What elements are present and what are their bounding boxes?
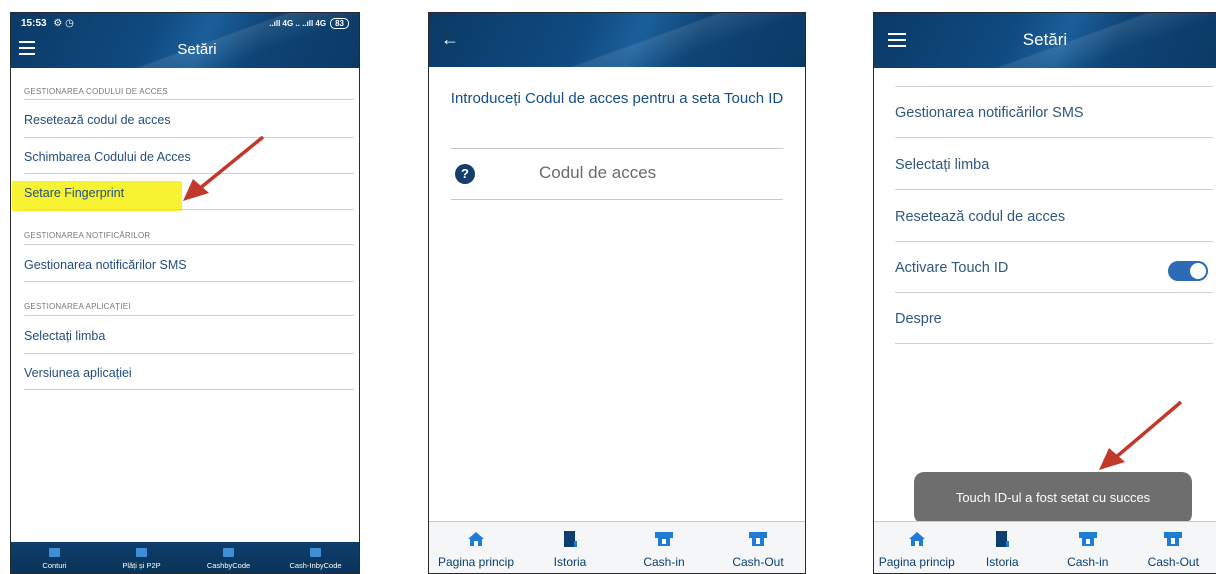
bottom-navigation: Pagina princip Istoria Cash-in Cash-Out (429, 521, 805, 573)
touch-id-toggle[interactable] (1168, 261, 1208, 281)
battery-icon: 83 (330, 18, 349, 29)
divider (24, 315, 354, 316)
divider (24, 353, 354, 354)
bottom-navigation: Pagina princip Istoria Cash-in Cash-Out (874, 521, 1216, 573)
sms-notifications-item[interactable]: Gestionarea notificărilor SMS (24, 258, 354, 272)
help-icon[interactable]: ? (455, 164, 475, 184)
nav-label: Cash-Out (732, 555, 784, 569)
settings-screen-2: Setări Gestionarea notificărilor SMS Sel… (873, 12, 1216, 574)
back-arrow-icon[interactable]: ← (441, 29, 459, 50)
access-code-input[interactable] (539, 163, 769, 183)
divider (895, 241, 1213, 242)
divider (895, 137, 1213, 138)
atm-out-icon (748, 530, 768, 548)
home-icon (49, 548, 60, 557)
divider (895, 189, 1213, 190)
nav-label: Cash-InbyCode (289, 561, 342, 570)
nav-cash-in-by-code[interactable]: Cash-InbyCode (272, 542, 359, 573)
annotation-arrow (183, 135, 265, 201)
divider (24, 281, 354, 282)
atm-icon (223, 548, 234, 557)
reset-access-code-item[interactable]: Resetează codul de acces (895, 209, 1065, 225)
divider (24, 99, 354, 100)
receipt-icon (994, 530, 1010, 548)
status-bar: 15:53 ⚙ ◷ ..ıll 4G .. ..ıll 4G 83 (21, 18, 349, 29)
nav-home[interactable]: Pagina princip (874, 522, 960, 573)
nav-cash-in[interactable]: Cash-in (1045, 522, 1131, 573)
nav-label: Conturi (42, 561, 67, 570)
section-heading-notifications: GESTIONAREA NOTIFICĂRILOR (24, 231, 151, 240)
nav-label: Cash-in (1067, 555, 1109, 569)
divider (895, 86, 1213, 87)
nav-label: Istoria (985, 555, 1019, 569)
nav-history[interactable]: Istoria (960, 522, 1046, 573)
page-title: Setări (177, 41, 217, 58)
touch-id-code-screen: ← Introduceți Codul de acces pentru a se… (428, 12, 806, 574)
receipt-icon (562, 530, 578, 548)
divider (895, 343, 1213, 344)
atm-in-icon (310, 548, 321, 557)
about-item[interactable]: Despre (895, 311, 942, 327)
reset-access-code-item[interactable]: Resetează codul de acces (24, 113, 354, 127)
divider (24, 389, 354, 390)
nav-history[interactable]: Istoria (523, 522, 617, 573)
nav-cash-in[interactable]: Cash-in (617, 522, 711, 573)
signal-icon: ..ıll 4G .. ..ıll 4G (269, 19, 327, 28)
divider (24, 209, 354, 210)
nav-cash-out[interactable]: Cash-Out (1131, 522, 1216, 573)
nav-label: Cash-Out (1147, 555, 1199, 569)
nav-cash-out[interactable]: Cash-Out (711, 522, 805, 573)
nav-label: Istoria (553, 555, 587, 569)
select-language-item[interactable]: Selectați limba (895, 157, 989, 173)
select-language-item[interactable]: Selectați limba (24, 329, 354, 343)
nav-payments[interactable]: Plăți și P2P (98, 542, 185, 573)
success-toast: Touch ID-ul a fost setat cu succes (914, 472, 1192, 524)
atm-in-icon (1078, 530, 1098, 548)
section-heading-access-code: GESTIONAREA CODULUI DE ACCES (24, 87, 168, 96)
nav-label: Plăți și P2P (122, 561, 161, 570)
page-title: Setări (1022, 30, 1068, 49)
status-notification-icons: ⚙ ◷ (53, 18, 74, 29)
atm-in-icon (654, 530, 674, 548)
nav-home[interactable]: Pagina princip (429, 522, 523, 573)
app-header: 15:53 ⚙ ◷ ..ıll 4G .. ..ıll 4G 83 Setări (11, 13, 359, 68)
annotation-arrow (1099, 400, 1183, 470)
nav-label: Pagina princip (437, 555, 515, 569)
nav-cash-by-code[interactable]: CashbyCode (185, 542, 272, 573)
status-time-group: 15:53 ⚙ ◷ (21, 18, 74, 29)
sms-notifications-item[interactable]: Gestionarea notificărilor SMS (895, 105, 1084, 121)
status-icons: ..ıll 4G .. ..ıll 4G 83 (269, 18, 349, 29)
settings-screen-1: 15:53 ⚙ ◷ ..ıll 4G .. ..ıll 4G 83 Setări… (10, 12, 360, 574)
divider (895, 292, 1213, 293)
wallet-icon (136, 548, 147, 557)
app-version-item[interactable]: Versiunea aplicației (24, 366, 354, 380)
divider (451, 148, 783, 149)
home-icon (908, 530, 926, 548)
bottom-navigation: Conturi Plăți și P2P CashbyCode Cash-Inb… (11, 542, 359, 573)
app-header: ← (429, 13, 805, 67)
divider (24, 244, 354, 245)
touch-id-setting-item: Activare Touch ID (895, 260, 1009, 276)
nav-accounts[interactable]: Conturi (11, 542, 98, 573)
divider (451, 199, 783, 200)
status-time: 15:53 (21, 18, 47, 29)
atm-out-icon (1163, 530, 1183, 548)
section-heading-application: GESTIONAREA APLICAȚIEI (24, 302, 131, 311)
nav-label: CashbyCode (206, 561, 251, 570)
app-header: Setări (874, 13, 1216, 68)
nav-label: Pagina princip (878, 555, 955, 569)
nav-label: Cash-in (643, 555, 685, 569)
home-icon (467, 530, 485, 548)
access-code-prompt: Introduceți Codul de acces pentru a seta… (450, 90, 784, 107)
